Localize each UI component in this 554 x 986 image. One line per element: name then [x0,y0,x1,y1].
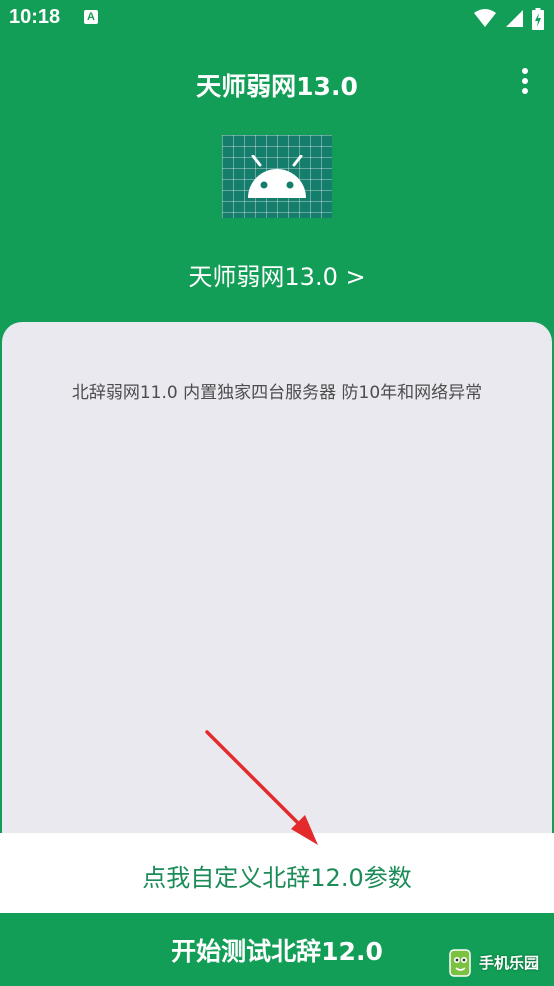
description-text: 北辞弱网11.0 内置独家四台服务器 防10年和网络异常 [71,383,483,403]
system-icons [470,8,544,30]
signal-icon [505,10,523,27]
notification-badge-icon: A [84,10,98,24]
app-title: 天师弱网13.0 [196,72,358,101]
more-vertical-icon[interactable] [520,68,530,94]
app-bar: 天师弱网13.0 [0,38,554,122]
watermark: 手机乐园 [446,942,539,982]
custom-params-button[interactable]: 点我自定义北辞12.0参数 [0,858,554,893]
watermark-text: 手机乐园 [479,953,540,972]
android-icon [222,135,332,218]
wifi-icon [473,9,496,27]
status-time: 10:18 [9,6,61,28]
phone-logo-icon [449,949,471,977]
app-version-link[interactable]: 天师弱网13.0 > [0,257,554,292]
status-bar: 10:18 A [0,0,554,38]
battery-charging-icon [532,8,544,30]
